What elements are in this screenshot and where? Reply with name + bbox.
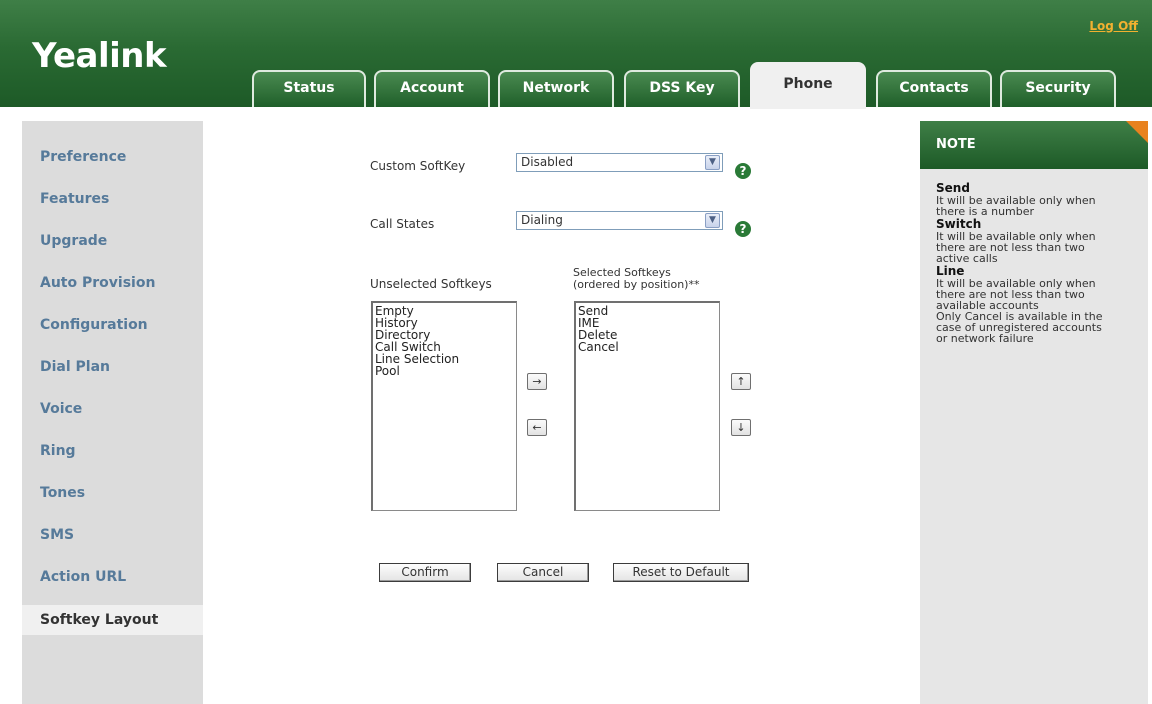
- list-item[interactable]: Cancel: [578, 341, 717, 353]
- chevron-down-icon: ▼: [705, 155, 720, 170]
- note-header: NOTE: [920, 121, 1148, 169]
- sidebar-item-softkey-layout[interactable]: Softkey Layout: [22, 605, 212, 635]
- note-heading-switch: Switch: [936, 217, 982, 231]
- reset-to-default-button[interactable]: Reset to Default: [613, 563, 749, 582]
- sidebar-item-upgrade[interactable]: Upgrade: [40, 233, 107, 249]
- custom-softkey-label: Custom SoftKey: [370, 159, 466, 173]
- yealink-logo: Yealink: [32, 36, 167, 76]
- sidebar-item-preference[interactable]: Preference: [40, 149, 126, 165]
- tab-account[interactable]: Account: [374, 70, 490, 107]
- note-panel: NOTE Send It will be available only when…: [920, 121, 1148, 704]
- move-right-button[interactable]: →: [527, 373, 547, 390]
- tab-security[interactable]: Security: [1000, 70, 1116, 107]
- logoff-link[interactable]: Log Off: [1089, 19, 1138, 33]
- cancel-button[interactable]: Cancel: [497, 563, 589, 582]
- note-line: active calls: [936, 252, 998, 265]
- list-item[interactable]: Pool: [375, 365, 514, 377]
- selected-softkeys-label-line2: (ordered by position)**: [573, 278, 700, 291]
- sidebar-item-sms[interactable]: SMS: [40, 527, 74, 543]
- custom-softkey-help-icon[interactable]: ?: [735, 163, 751, 179]
- sidebar-item-features[interactable]: Features: [40, 191, 109, 207]
- custom-softkey-value: Disabled: [521, 155, 574, 169]
- sidebar-item-ring[interactable]: Ring: [40, 443, 76, 459]
- note-corner-flag: [1126, 121, 1148, 143]
- custom-softkey-select[interactable]: Disabled ▼: [516, 153, 723, 172]
- move-left-button[interactable]: ←: [527, 419, 547, 436]
- note-line: there is a number: [936, 205, 1035, 218]
- call-states-select[interactable]: Dialing ▼: [516, 211, 723, 230]
- tab-phone[interactable]: Phone: [750, 62, 866, 109]
- sidebar-item-dial-plan[interactable]: Dial Plan: [40, 359, 110, 375]
- note-body: Send It will be available only when ther…: [920, 169, 1148, 704]
- note-line: or network failure: [936, 332, 1034, 345]
- selected-softkeys-label: Selected Softkeys (ordered by position)*…: [573, 267, 699, 291]
- tab-network[interactable]: Network: [498, 70, 614, 107]
- note-title: NOTE: [936, 137, 976, 152]
- unselected-softkeys-label: Unselected Softkeys: [370, 277, 492, 291]
- sidebar-item-configuration[interactable]: Configuration: [40, 317, 148, 333]
- note-heading-line: Line: [936, 264, 965, 278]
- sidebar-item-tones[interactable]: Tones: [40, 485, 85, 501]
- tab-status[interactable]: Status: [252, 70, 366, 107]
- sidebar: Preference Features Upgrade Auto Provisi…: [22, 121, 212, 704]
- move-up-button[interactable]: ↑: [731, 373, 751, 390]
- chevron-down-icon: ▼: [705, 213, 720, 228]
- call-states-label: Call States: [370, 217, 435, 231]
- sidebar-item-action-url[interactable]: Action URL: [40, 569, 126, 585]
- tab-dss-key[interactable]: DSS Key: [624, 70, 740, 107]
- move-down-button[interactable]: ↓: [731, 419, 751, 436]
- sidebar-item-auto-provision[interactable]: Auto Provision: [40, 275, 155, 291]
- sidebar-item-voice[interactable]: Voice: [40, 401, 82, 417]
- main-content: Custom SoftKey Disabled ▼ ? Call States …: [203, 121, 912, 704]
- header-bar: Yealink Log Off Status Account Network D…: [0, 0, 1152, 109]
- call-states-value: Dialing: [521, 213, 563, 227]
- note-heading-send: Send: [936, 181, 970, 195]
- confirm-button[interactable]: Confirm: [379, 563, 471, 582]
- selected-softkeys-list[interactable]: Send IME Delete Cancel: [574, 301, 720, 511]
- call-states-help-icon[interactable]: ?: [735, 221, 751, 237]
- tab-contacts[interactable]: Contacts: [876, 70, 992, 107]
- unselected-softkeys-list[interactable]: Empty History Directory Call Switch Line…: [371, 301, 517, 511]
